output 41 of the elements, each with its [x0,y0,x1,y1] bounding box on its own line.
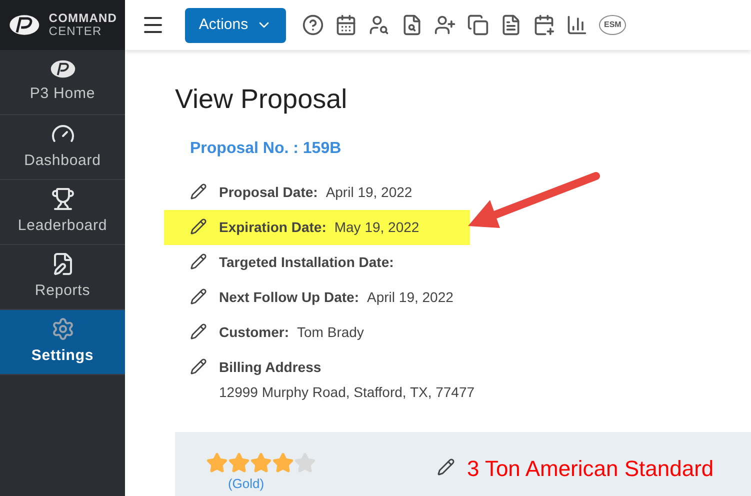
bar-chart-icon[interactable] [566,14,588,36]
documents-icon[interactable] [467,14,489,36]
logo-icon [50,58,76,79]
edit-icon[interactable] [190,288,207,305]
edit-icon[interactable] [437,458,455,476]
user-search-icon[interactable] [368,14,390,36]
sidebar-item[interactable]: Leaderboard [0,180,125,245]
field-label: Billing Address [219,358,322,377]
field-label: Next Follow Up Date: [219,288,360,307]
field-value: Tom Brady [297,323,364,342]
sidebar-item[interactable]: Dashboard [0,115,125,180]
proposal-number: Proposal No. : 159B [190,139,342,159]
field-label: Targeted Installation Date: [219,253,394,272]
field-value: April 19, 2022 [367,288,454,307]
edit-icon[interactable] [190,218,207,235]
actions-button[interactable]: Actions [185,8,286,42]
settings-icon [50,316,74,341]
logo-text: COMMAND [48,12,117,25]
sidebar-item[interactable]: P3 Home [0,50,125,115]
calendar-add-icon[interactable] [533,14,555,36]
document-search-icon[interactable] [401,14,423,36]
help-icon[interactable] [302,14,324,36]
calendar-icon[interactable] [335,14,357,36]
field-label: Proposal Date: [219,183,318,202]
document-plus-icon[interactable] [500,14,522,36]
edit-icon[interactable] [190,323,207,340]
edit-icon[interactable] [190,358,207,375]
logo-text: CENTER [48,25,103,38]
field-value: 12999 Murphy Road, Stafford, TX, 77477 [219,383,475,402]
sidebar-item[interactable]: Settings [0,310,125,375]
field-value: May 19, 2022 [334,218,420,237]
edit-icon[interactable] [190,253,207,270]
field-label: Expiration Date: [219,218,326,237]
field-value: April 19, 2022 [326,183,412,202]
option-title: 3 Ton American Standard [467,455,714,483]
trophy-icon [50,186,74,211]
esm-button[interactable]: ESM [599,15,626,35]
edit-icon[interactable] [190,183,207,200]
field-label: Customer: [219,323,290,342]
page-title: View Proposal [175,86,348,113]
add-user-icon[interactable] [434,14,456,36]
